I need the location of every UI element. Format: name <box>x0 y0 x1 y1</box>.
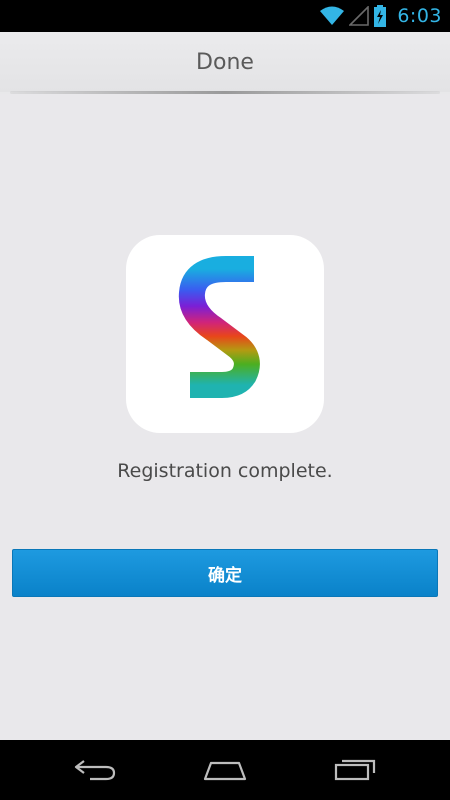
signal-icon <box>349 6 370 26</box>
back-icon[interactable] <box>55 745 135 795</box>
status-bar-clock: 6:03 <box>397 5 442 27</box>
battery-charging-icon <box>373 5 387 27</box>
nav-bar <box>0 740 450 800</box>
app-logo-s-icon <box>126 235 324 433</box>
wifi-icon <box>319 6 345 26</box>
status-bar: 6:03 <box>0 0 450 32</box>
page-title: Done <box>196 49 254 75</box>
confirm-button[interactable]: 确定 <box>12 549 438 597</box>
registration-message: Registration complete. <box>117 460 333 482</box>
main-content: Registration complete. 确定 <box>0 94 450 740</box>
home-icon[interactable] <box>185 745 265 795</box>
header: Done <box>0 32 450 92</box>
recent-apps-icon[interactable] <box>315 745 395 795</box>
